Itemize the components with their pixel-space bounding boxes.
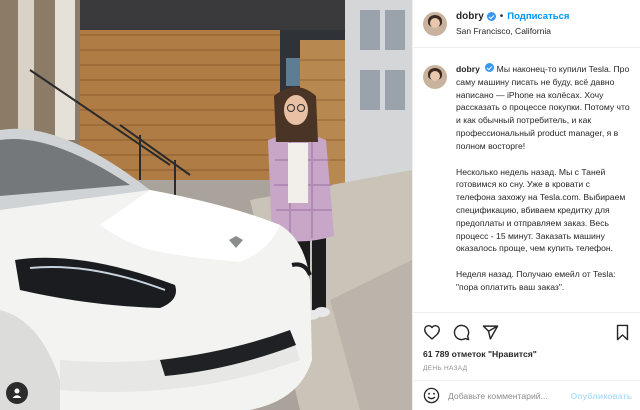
user-tag-icon[interactable]: [6, 382, 28, 404]
author-avatar[interactable]: [423, 11, 447, 36]
separator-dot: •: [499, 10, 504, 22]
post-photo-illustration: [0, 0, 412, 410]
post-actions: 61 789 отметок "Нравится" ДЕНЬ НАЗАД: [413, 312, 640, 372]
caption-text: dobry Мы наконец-то купили Tesla. Про са…: [456, 63, 630, 307]
verified-badge-icon: [486, 12, 496, 21]
caption-avatar[interactable]: [423, 65, 447, 89]
paper-plane-icon[interactable]: [482, 324, 499, 341]
likes-count[interactable]: 61 789 отметок "Нравится": [423, 349, 630, 359]
post-details-panel: dobry • Подписаться San Francisco, Calif…: [412, 0, 640, 410]
post-timestamp[interactable]: ДЕНЬ НАЗАД: [423, 365, 630, 372]
bookmark-icon[interactable]: [615, 324, 630, 341]
post-photo[interactable]: [0, 0, 412, 410]
caption-scroll-area[interactable]: dobry Мы наконец-то купили Tesla. Про са…: [413, 49, 640, 312]
caption-paragraph-2: Несколько недель назад. Мы с Таней готов…: [456, 166, 626, 254]
post-header: dobry • Подписаться San Francisco, Calif…: [413, 0, 640, 48]
verified-badge-icon: [485, 63, 495, 72]
heart-outline-icon[interactable]: [423, 324, 441, 340]
caption-username[interactable]: dobry: [456, 64, 480, 74]
caption-paragraph-3: Неделя назад. Получаю емейл от Tesla: "п…: [456, 269, 616, 292]
author-username[interactable]: dobry: [456, 10, 484, 24]
action-icons-row: [423, 319, 630, 345]
publish-button[interactable]: Опубликовать: [571, 391, 632, 401]
follow-button[interactable]: Подписаться: [507, 10, 569, 24]
caption-paragraph-1-text: Мы наконец-то купили Tesla. Про саму маш…: [456, 64, 630, 151]
emoji-icon[interactable]: [423, 387, 440, 404]
comment-bar: Опубликовать: [413, 380, 640, 410]
caption-paragraph: dobry Мы наконец-то купили Tesla. Про са…: [456, 63, 630, 153]
caption-comment: dobry Мы наконец-то купили Tesla. Про са…: [423, 63, 630, 307]
comment-input[interactable]: [448, 390, 571, 401]
comment-bubble-icon[interactable]: [453, 324, 470, 341]
post-location[interactable]: San Francisco, California: [456, 24, 569, 38]
